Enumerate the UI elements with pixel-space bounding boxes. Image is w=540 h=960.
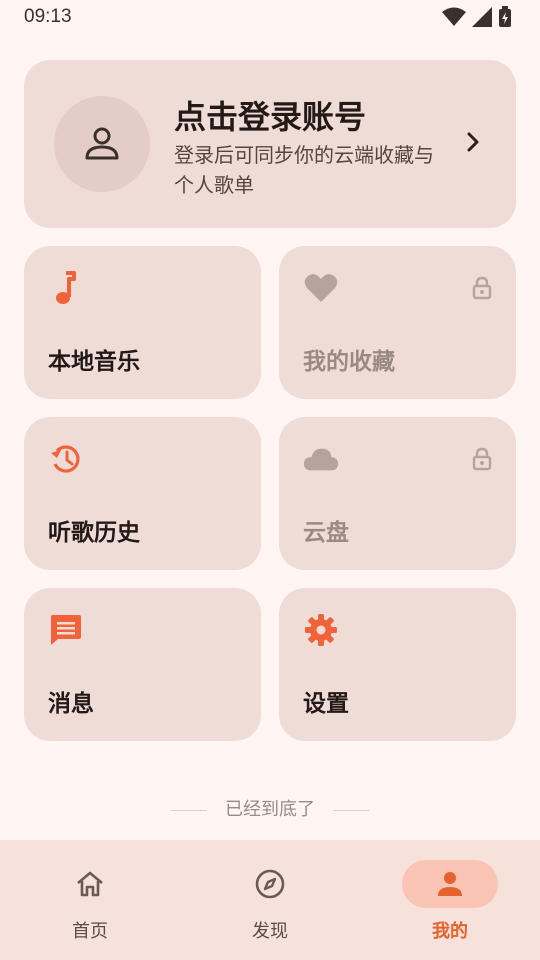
chevron-right-icon xyxy=(467,132,479,152)
tile-local-music[interactable]: 本地音乐 xyxy=(24,246,261,399)
nav-label: 首页 xyxy=(72,921,108,942)
music-note-icon xyxy=(56,271,76,304)
compass-icon xyxy=(255,869,285,899)
nav-item-discover[interactable]: 发现 xyxy=(210,860,330,950)
tile-history[interactable]: 听歌历史 xyxy=(24,417,261,570)
tile-favorites[interactable]: 我的收藏 xyxy=(279,246,516,399)
nav-item-home[interactable]: 首页 xyxy=(30,860,150,950)
message-icon xyxy=(51,615,81,645)
history-icon xyxy=(51,445,80,473)
person-icon xyxy=(438,872,462,896)
wifi-icon xyxy=(442,7,466,26)
tile-messages[interactable]: 消息 xyxy=(24,588,261,741)
nav-label: 我的 xyxy=(432,921,468,942)
heart-icon xyxy=(304,274,338,302)
login-card[interactable]: 点击登录账号 登录后可同步你的云端收藏与个人歌单 xyxy=(24,60,516,228)
cloud-icon xyxy=(303,448,339,471)
end-of-list-note: 已经到底了 xyxy=(0,795,540,821)
tile-label: 云盘 xyxy=(303,520,349,546)
tile-label: 消息 xyxy=(48,691,94,717)
lock-icon xyxy=(472,276,492,300)
tile-cloud-drive[interactable]: 云盘 xyxy=(279,417,516,570)
bottom-nav: 首页 发现 我的 xyxy=(0,840,540,960)
lock-icon xyxy=(472,447,492,471)
tile-label: 本地音乐 xyxy=(48,349,140,375)
tile-label: 听歌历史 xyxy=(48,520,140,546)
signal-icon xyxy=(472,7,492,27)
status-bar: 09:13 xyxy=(0,0,540,34)
gear-icon xyxy=(305,614,337,646)
tile-label: 设置 xyxy=(303,691,349,717)
tile-label: 我的收藏 xyxy=(303,349,395,375)
status-time: 09:13 xyxy=(24,6,72,27)
login-subtitle: 登录后可同步你的云端收藏与个人歌单 xyxy=(174,143,434,197)
nav-item-mine[interactable]: 我的 xyxy=(390,860,510,950)
home-icon xyxy=(77,871,103,897)
login-title: 点击登录账号 xyxy=(174,98,367,136)
avatar xyxy=(54,96,150,192)
person-outline-icon xyxy=(85,127,119,160)
nav-label: 发现 xyxy=(252,921,288,942)
tile-settings[interactable]: 设置 xyxy=(279,588,516,741)
battery-charging-icon xyxy=(499,6,511,27)
